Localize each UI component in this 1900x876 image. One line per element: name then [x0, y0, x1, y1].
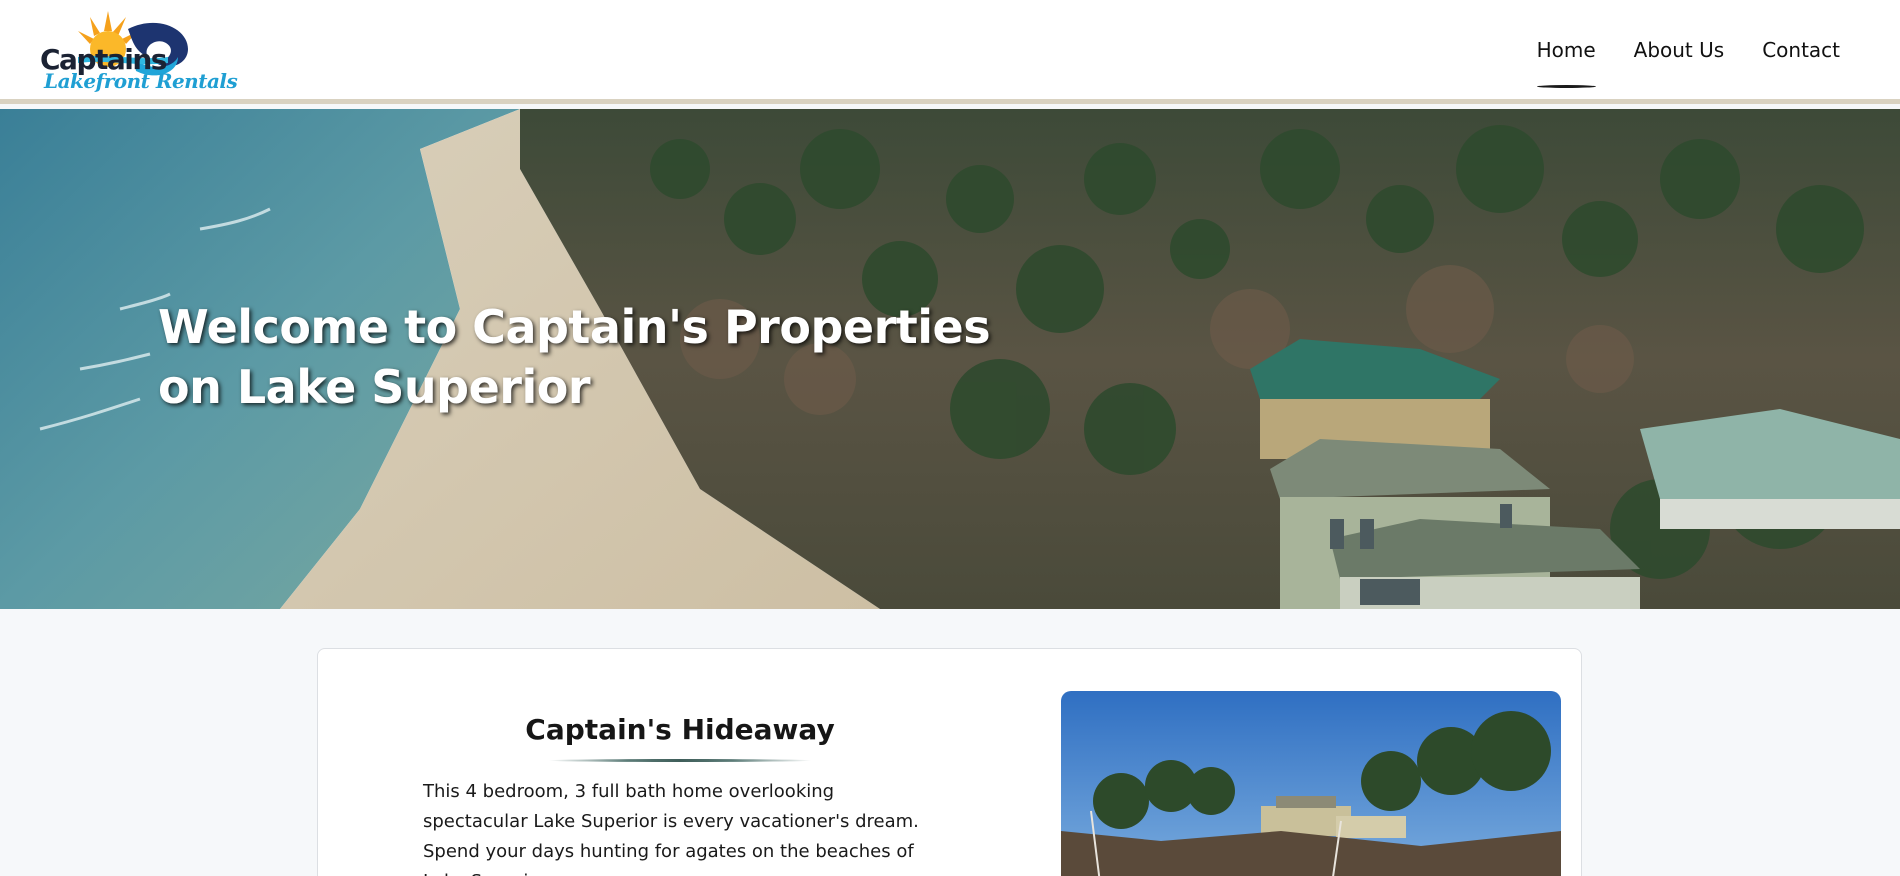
property-photo[interactable]: [1061, 691, 1561, 876]
site-header: Captains Lakefront Rentals Home About Us…: [0, 0, 1900, 104]
property-card: Captain's Hideaway This 4 bedroom, 3 ful…: [317, 648, 1582, 876]
hero-banner: Welcome to Captain's Properties on Lake …: [0, 109, 1900, 609]
logo-tagline: Lakefront Rentals: [44, 69, 238, 93]
house-photo-image: [1061, 691, 1561, 876]
hero-title: Welcome to Captain's Properties on Lake …: [158, 300, 991, 414]
property-title: Captain's Hideaway: [525, 713, 835, 746]
property-description: This 4 bedroom, 3 full bath home overloo…: [423, 781, 919, 876]
title-divider: [548, 759, 812, 762]
nav-about-link[interactable]: About Us: [1634, 38, 1725, 70]
site-logo[interactable]: Captains Lakefront Rentals: [38, 9, 238, 95]
nav-home-link[interactable]: Home: [1536, 38, 1596, 88]
nav-contact-link[interactable]: Contact: [1762, 38, 1840, 70]
main-nav: Home About Us Contact: [1536, 38, 1840, 88]
